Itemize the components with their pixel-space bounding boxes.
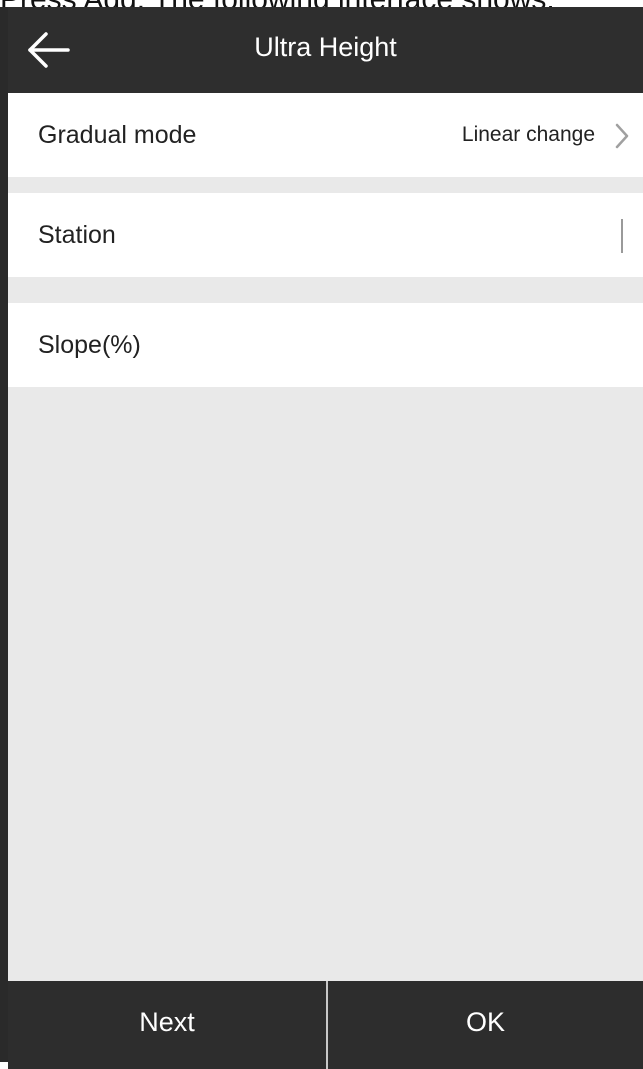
bottom-action-bar: Next OK bbox=[8, 981, 643, 1069]
app-header: Ultra Height bbox=[8, 7, 643, 93]
gradual-mode-value: Linear change bbox=[461, 123, 595, 146]
slope-field[interactable]: Slope(%) bbox=[8, 303, 643, 387]
gradual-mode-row[interactable]: Gradual mode Linear change bbox=[8, 93, 643, 177]
form-content: Gradual mode Linear change Station Slope… bbox=[8, 93, 643, 981]
text-cursor bbox=[621, 219, 623, 253]
phone-screen: Ultra Height Gradual mode Linear change … bbox=[0, 7, 643, 1069]
next-button[interactable]: Next bbox=[8, 981, 326, 1069]
chevron-right-icon bbox=[615, 123, 629, 149]
gradual-mode-label: Gradual mode bbox=[38, 121, 197, 149]
slope-label: Slope(%) bbox=[38, 331, 141, 359]
ok-button[interactable]: OK bbox=[328, 981, 643, 1069]
page-title: Ultra Height bbox=[254, 32, 397, 62]
station-field[interactable]: Station bbox=[8, 193, 643, 277]
station-label: Station bbox=[38, 221, 116, 249]
